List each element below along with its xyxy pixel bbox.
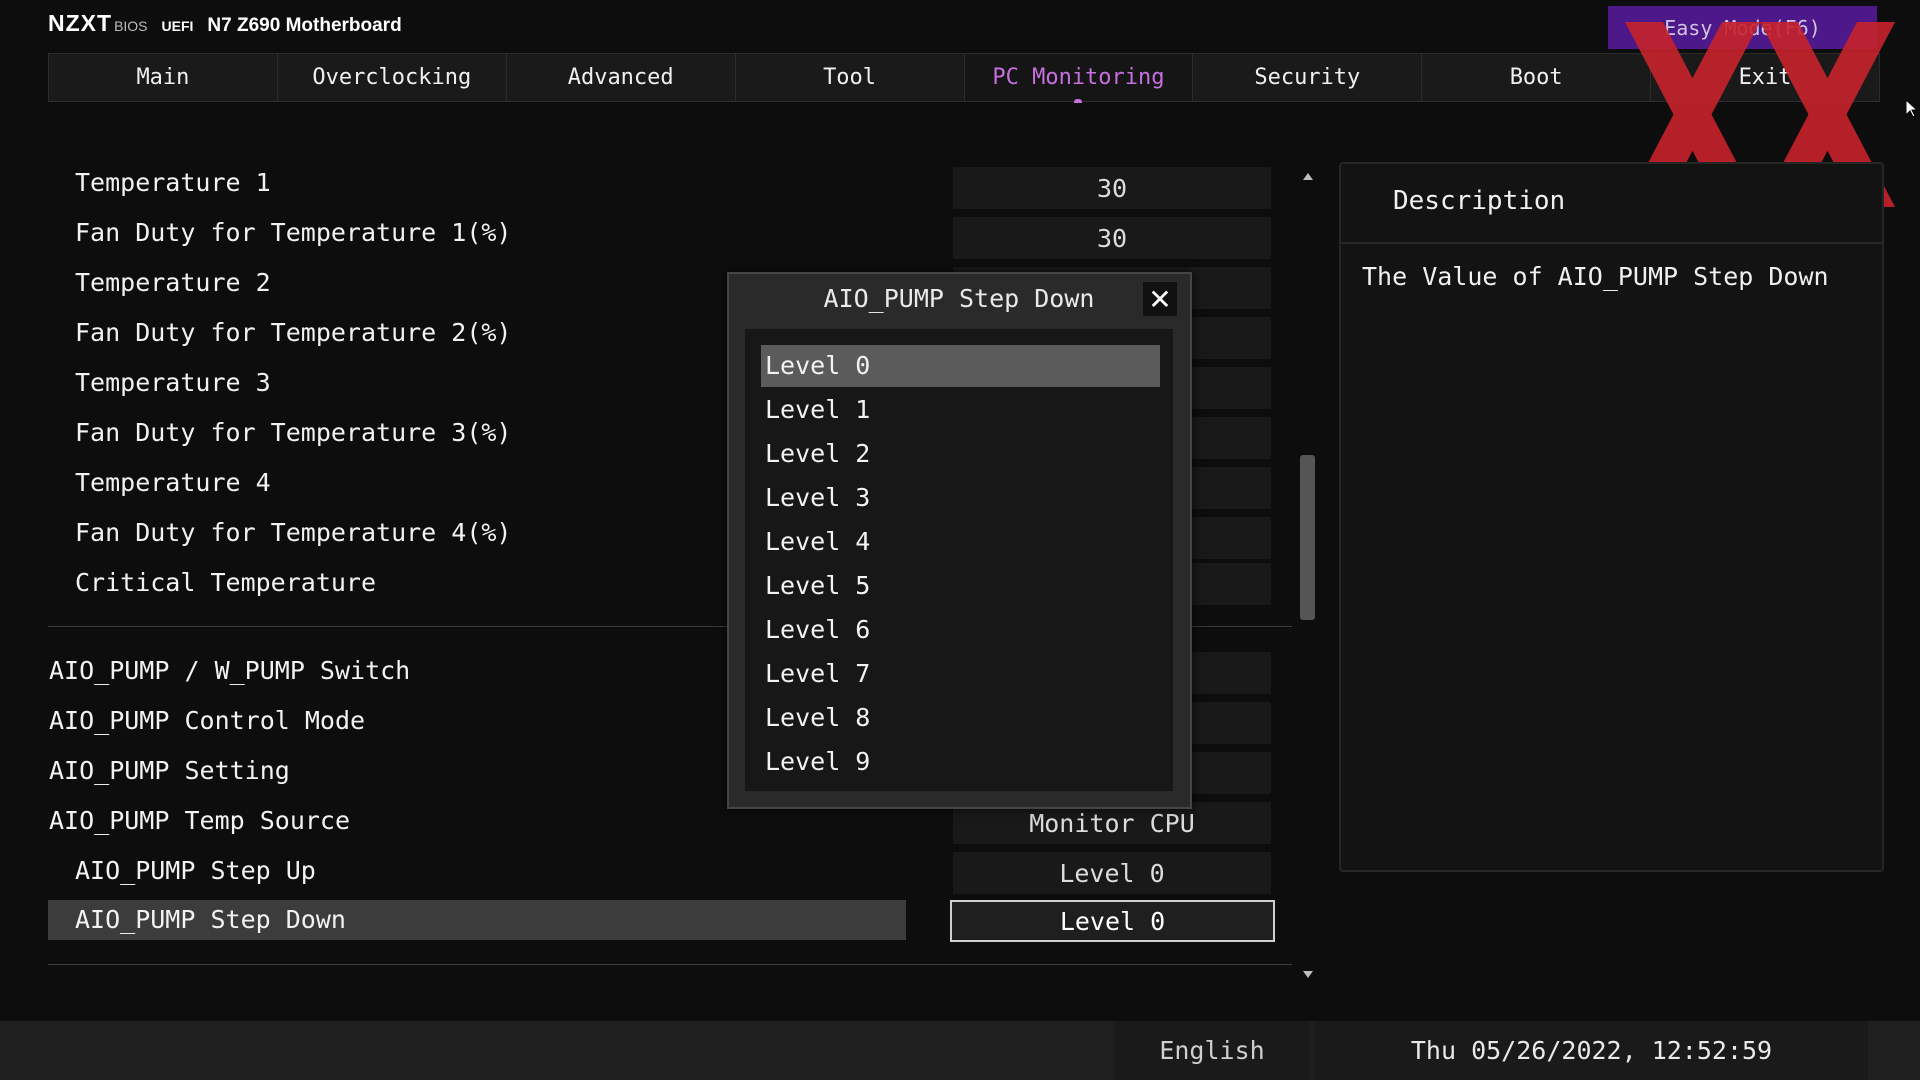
setting-label-critical-temperature[interactable]: Critical Temperature xyxy=(75,563,376,603)
language-selector[interactable]: English xyxy=(1115,1021,1309,1080)
setting-label-temperature-3[interactable]: Temperature 3 xyxy=(75,363,271,403)
setting-label-temperature-2[interactable]: Temperature 2 xyxy=(75,263,271,303)
setting-label-fan-duty-4[interactable]: Fan Duty for Temperature 4(%) xyxy=(75,513,512,553)
option-level-5[interactable]: Level 5 xyxy=(761,565,1160,607)
option-level-3[interactable]: Level 3 xyxy=(761,477,1160,519)
description-text: The Value of AIO_PUMP Step Down xyxy=(1362,262,1829,291)
setting-label-temperature-1[interactable]: Temperature 1 xyxy=(75,163,271,203)
setting-value-pump-step-up[interactable]: Level 0 xyxy=(953,852,1271,894)
setting-label-pump-step-down[interactable]: AIO_PUMP Step Down xyxy=(75,900,346,940)
tab-overclocking[interactable]: Overclocking xyxy=(278,54,507,101)
description-panel: Description The Value of AIO_PUMP Step D… xyxy=(1339,162,1884,872)
setting-value-temperature-1[interactable]: 30 xyxy=(953,167,1271,209)
dialog-title: AIO_PUMP Step Down xyxy=(823,284,1095,313)
option-level-9[interactable]: Level 9 xyxy=(761,741,1160,783)
description-title: Description xyxy=(1393,186,1566,216)
mouse-pointer-icon xyxy=(1906,100,1918,118)
option-level-4[interactable]: Level 4 xyxy=(761,521,1160,563)
setting-label-pump-control-mode[interactable]: AIO_PUMP Control Mode xyxy=(49,701,365,741)
brand-header: NZXT BIOS UEFI N7 Z690 Motherboard xyxy=(48,10,402,42)
brand-logo: NZXT xyxy=(48,10,113,36)
setting-label-pump-temp-source[interactable]: AIO_PUMP Temp Source xyxy=(49,801,350,841)
description-header: Description xyxy=(1341,164,1882,244)
setting-label-pump-switch[interactable]: AIO_PUMP / W_PUMP Switch xyxy=(49,651,410,691)
option-level-0[interactable]: Level 0 xyxy=(761,345,1160,387)
setting-label-pump-setting[interactable]: AIO_PUMP Setting xyxy=(49,751,290,791)
section-divider-bottom xyxy=(48,964,1292,965)
tab-main[interactable]: Main xyxy=(49,54,278,101)
setting-value-pump-step-down[interactable]: Level 0 xyxy=(950,900,1275,942)
setting-label-fan-duty-3[interactable]: Fan Duty for Temperature 3(%) xyxy=(75,413,512,453)
motherboard-model: N7 Z690 Motherboard xyxy=(207,15,402,36)
main-nav-tabs: Main Overclocking Advanced Tool PC Monit… xyxy=(48,53,1880,103)
setting-label-temperature-4[interactable]: Temperature 4 xyxy=(75,463,271,503)
option-level-1[interactable]: Level 1 xyxy=(761,389,1160,431)
tab-boot[interactable]: Boot xyxy=(1422,54,1652,101)
brand-uefi-label: UEFI xyxy=(161,18,194,34)
scroll-down-arrow-icon[interactable] xyxy=(1303,971,1313,978)
option-level-7[interactable]: Level 7 xyxy=(761,653,1160,695)
close-icon[interactable]: ✕ xyxy=(1143,282,1177,316)
option-select-dialog: AIO_PUMP Step Down ✕ Level 0 Level 1 Lev… xyxy=(727,272,1192,809)
brand-bios-label: BIOS xyxy=(114,18,148,34)
option-level-6[interactable]: Level 6 xyxy=(761,609,1160,651)
setting-label-fan-duty-2[interactable]: Fan Duty for Temperature 2(%) xyxy=(75,313,512,353)
option-level-2[interactable]: Level 2 xyxy=(761,433,1160,475)
dialog-option-list: Level 0 Level 1 Level 2 Level 3 Level 4 … xyxy=(745,329,1173,791)
tab-tool[interactable]: Tool xyxy=(736,54,965,101)
tab-advanced[interactable]: Advanced xyxy=(507,54,736,101)
setting-label-pump-step-up[interactable]: AIO_PUMP Step Up xyxy=(75,851,316,891)
scroll-up-arrow-icon[interactable] xyxy=(1303,173,1313,180)
option-level-8[interactable]: Level 8 xyxy=(761,697,1160,739)
setting-label-fan-duty-1[interactable]: Fan Duty for Temperature 1(%) xyxy=(75,213,512,253)
tab-security[interactable]: Security xyxy=(1193,54,1423,101)
scrollbar-thumb[interactable] xyxy=(1300,455,1315,620)
datetime-display[interactable]: Thu 05/26/2022, 12:52:59 xyxy=(1315,1021,1868,1080)
tab-pc-monitoring[interactable]: PC Monitoring xyxy=(964,54,1194,103)
setting-value-fan-duty-1[interactable]: 30 xyxy=(953,217,1271,259)
